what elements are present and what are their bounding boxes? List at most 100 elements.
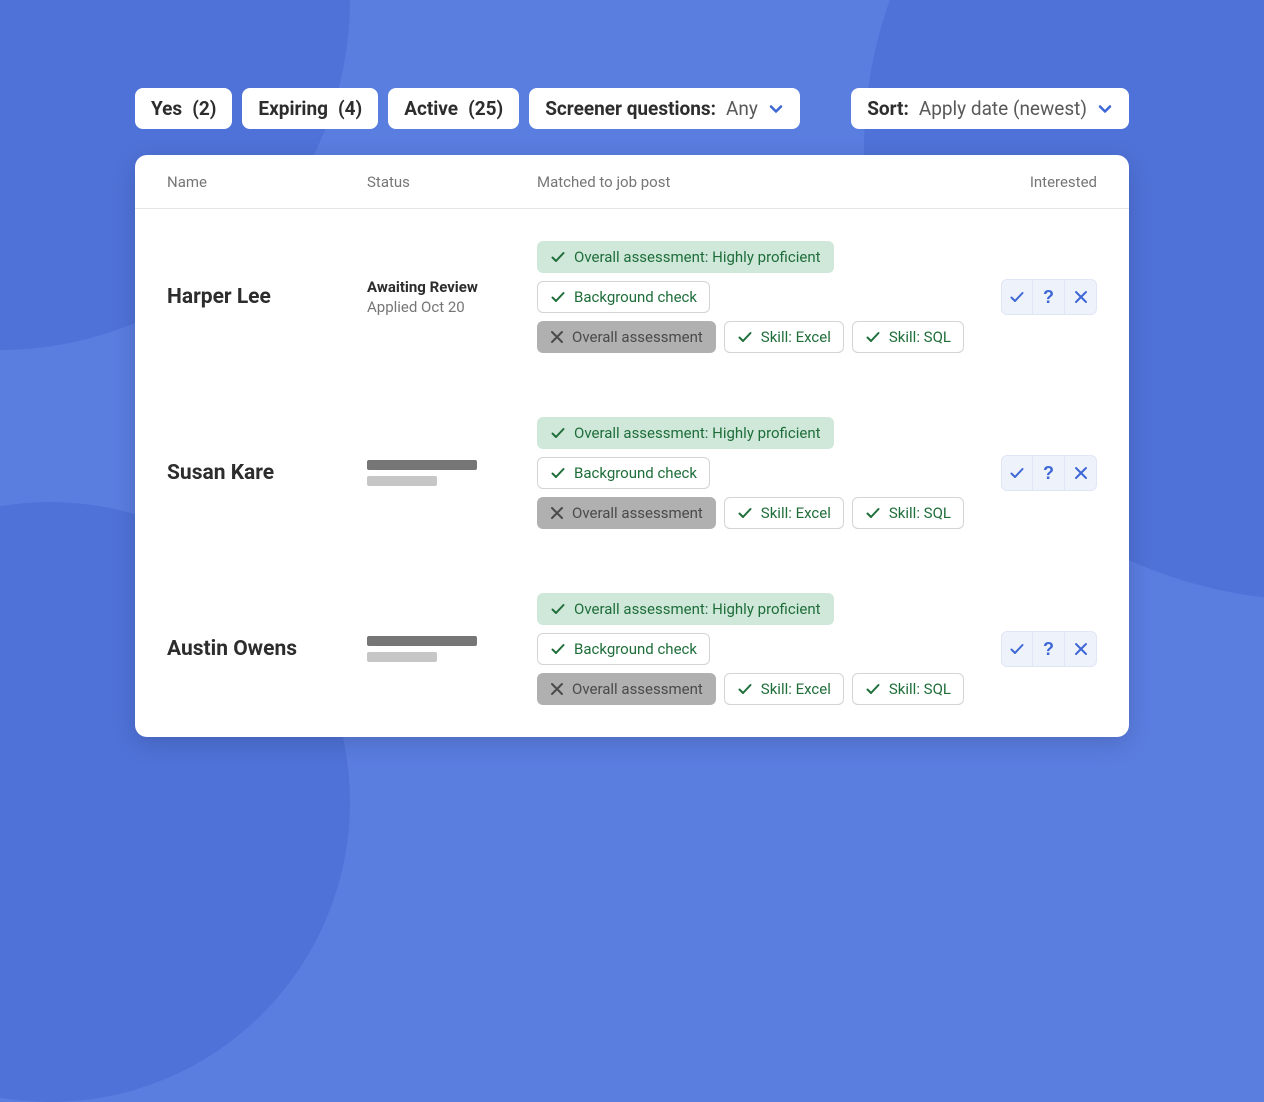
tag-overall-proficient: Overall assessment: Highly proficient [537,417,834,449]
question-icon: ? [1043,463,1054,484]
check-icon [865,505,881,521]
interested-no-button[interactable] [1065,631,1097,667]
check-icon [550,641,566,657]
tag-overall-proficient: Overall assessment: Highly proficient [537,593,834,625]
candidate-status [367,636,537,662]
check-icon [737,329,753,345]
tag-overall-proficient: Overall assessment: Highly proficient [537,241,834,273]
status-sub: Applied Oct 20 [367,298,537,316]
candidate-status [367,460,537,486]
sort-label: Sort: [867,97,909,120]
check-icon [550,465,566,481]
filter-label: Screener questions: [545,97,716,120]
col-name: Name [167,173,367,191]
placeholder-bar [367,460,477,470]
tag-background-check: Background check [537,633,710,665]
match-tags: Overall assessment: Highly proficient Ba… [537,417,977,529]
interested-maybe-button[interactable]: ? [1033,631,1065,667]
tag-label: Skill: Excel [761,504,831,522]
tag-label: Overall assessment [572,504,703,522]
check-icon [737,681,753,697]
table-header: Name Status Matched to job post Interest… [135,155,1129,209]
x-icon [1074,642,1088,656]
check-icon [1009,289,1025,305]
sort-dropdown[interactable]: Sort: Apply date (newest) [851,88,1129,129]
check-icon [865,681,881,697]
filter-yes[interactable]: Yes (2) [135,88,232,129]
x-icon [550,682,564,696]
col-interested: Interested [977,173,1097,191]
filter-count: (4) [338,97,362,120]
candidate-name[interactable]: Susan Kare [167,461,367,485]
tag-skill-sql: Skill: SQL [852,497,964,529]
x-icon [550,330,564,344]
candidate-status: Awaiting Review Applied Oct 20 [367,278,537,316]
filter-active[interactable]: Active (25) [388,88,519,129]
sort-value: Apply date (newest) [919,97,1087,120]
tag-label: Overall assessment [572,328,703,346]
filter-count: (25) [468,97,503,120]
placeholder-bar [367,476,437,486]
tag-label: Overall assessment [572,680,703,698]
tag-overall-fail: Overall assessment [537,673,716,705]
filter-screener-questions[interactable]: Screener questions: Any [529,88,800,129]
check-icon [550,249,566,265]
table-row: Austin Owens Overall assessment: Highly … [135,561,1129,737]
tag-skill-excel: Skill: Excel [724,497,844,529]
tag-overall-fail: Overall assessment [537,497,716,529]
filter-label: Expiring [258,97,328,120]
tag-skill-sql: Skill: SQL [852,673,964,705]
filter-count: (2) [192,97,216,120]
interested-no-button[interactable] [1065,455,1097,491]
filter-label: Active [404,97,458,120]
interested-actions: ? [977,455,1097,491]
tag-label: Skill: SQL [889,680,951,698]
interested-maybe-button[interactable]: ? [1033,455,1065,491]
tag-skill-excel: Skill: Excel [724,321,844,353]
question-icon: ? [1043,287,1054,308]
check-icon [737,505,753,521]
tag-skill-sql: Skill: SQL [852,321,964,353]
x-icon [1074,466,1088,480]
candidate-name[interactable]: Austin Owens [167,637,367,661]
tag-label: Overall assessment: Highly proficient [574,600,821,618]
interested-yes-button[interactable] [1001,279,1033,315]
tag-background-check: Background check [537,457,710,489]
placeholder-bar [367,652,437,662]
check-icon [1009,465,1025,481]
match-tags: Overall assessment: Highly proficient Ba… [537,241,977,353]
tag-label: Skill: Excel [761,680,831,698]
filter-label: Yes [151,97,182,120]
tag-label: Background check [574,464,697,482]
filter-bar: Yes (2) Expiring (4) Active (25) Screene… [135,88,1129,129]
tag-label: Overall assessment: Highly proficient [574,424,821,442]
question-icon: ? [1043,639,1054,660]
interested-actions: ? [977,279,1097,315]
tag-overall-fail: Overall assessment [537,321,716,353]
check-icon [865,329,881,345]
col-matched: Matched to job post [537,173,977,191]
interested-maybe-button[interactable]: ? [1033,279,1065,315]
chevron-down-icon [768,101,784,117]
interested-yes-button[interactable] [1001,631,1033,667]
col-status: Status [367,173,537,191]
x-icon [550,506,564,520]
interested-no-button[interactable] [1065,279,1097,315]
tag-background-check: Background check [537,281,710,313]
tag-label: Overall assessment: Highly proficient [574,248,821,266]
candidates-card: Name Status Matched to job post Interest… [135,155,1129,737]
filter-expiring[interactable]: Expiring (4) [242,88,378,129]
tag-label: Skill: Excel [761,328,831,346]
tag-label: Background check [574,640,697,658]
check-icon [550,601,566,617]
table-row: Harper LeeAwaiting Review Applied Oct 20… [135,209,1129,385]
tag-label: Skill: SQL [889,504,951,522]
tag-label: Background check [574,288,697,306]
match-tags: Overall assessment: Highly proficient Ba… [537,593,977,705]
interested-yes-button[interactable] [1001,455,1033,491]
table-row: Susan Kare Overall assessment: Highly pr… [135,385,1129,561]
tag-skill-excel: Skill: Excel [724,673,844,705]
status-title: Awaiting Review [367,278,537,296]
candidate-name[interactable]: Harper Lee [167,285,367,309]
interested-actions: ? [977,631,1097,667]
